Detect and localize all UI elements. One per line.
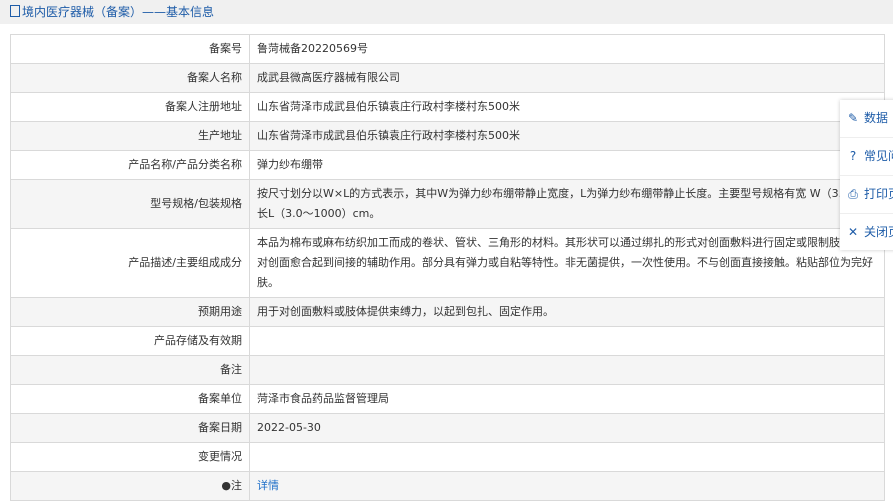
info-table: 备案号 鲁菏械备20220569号备案人名称 成武县微高医疗器械有限公司备案人注册地… [10,34,885,501]
table-row: 变更情况 [10,442,885,472]
row-label: 生产地址 [198,129,242,142]
pin-icon: ● [221,479,231,492]
row-label: 变更情况 [198,450,242,463]
table-row: 产品描述/主要组成成分 本品为棉布或麻布纺织加工而成的卷状、管状、三角形的材料。其… [10,228,885,298]
details-link[interactable]: 详情 [257,479,279,492]
panel-item-label: 关闭页 [864,225,893,239]
page-title: 境内医疗器械（备案）——基本信息 [22,5,215,19]
row-value: 山东省菏泽市成武县伯乐镇袁庄行政村李楼村东500米 [257,100,520,113]
row-label: 备注 [220,363,242,376]
table-row: 备案单位 菏泽市食品药品监督管理局 [10,384,885,414]
close-icon: ✕ [847,225,859,239]
table-row: 产品存储及有效期 [10,326,885,356]
row-label: 产品描述/主要组成成分 [128,256,242,269]
table-row: 型号规格/包装规格 按尺寸划分以W×L的方式表示，其中W为弹力纱布绷带静止宽度，L… [10,179,885,229]
edit-icon: ✎ [847,111,859,125]
question-icon: ? [849,149,857,163]
page-header: 境内医疗器械（备案）——基本信息 [0,0,893,24]
panel-item-label: 常见问 [864,149,893,163]
row-value: 用于对创面敷料或肢体提供束缚力，以起到包扎、固定作用。 [257,305,554,318]
table-row: 备案号 鲁菏械备20220569号 [10,34,885,64]
table-row: 产品名称/产品分类名称 弹力纱布绷带 [10,150,885,180]
row-value: 按尺寸划分以W×L的方式表示，其中W为弹力纱布绷带静止宽度，L为弹力纱布绷带静止… [257,187,875,220]
document-icon [10,5,20,17]
row-value: 本品为棉布或麻布纺织加工而成的卷状、管状、三角形的材料。其形状可以通过绑扎的形式… [257,236,873,289]
row-label: 产品名称/产品分类名称 [128,158,242,171]
table-row: ●注 详情 [10,471,885,501]
table-row: 备案日期 2022-05-30 [10,413,885,443]
row-label: 预期用途 [198,305,242,318]
row-label: 备案单位 [198,392,242,405]
row-value: 成武县微高医疗器械有限公司 [257,71,400,84]
row-label: 备案人名称 [187,71,242,84]
row-label: 备案日期 [198,421,242,434]
table-row: 备案人注册地址 山东省菏泽市成武县伯乐镇袁庄行政村李楼村东500米 [10,92,885,122]
panel-item[interactable]: ✎ 数据 [840,100,893,138]
row-label: 注 [231,479,242,492]
row-value: 弹力纱布绷带 [257,158,323,171]
row-value: 2022-05-30 [257,421,321,434]
table-row: 备注 [10,355,885,385]
row-label: 备案号 [209,42,242,55]
panel-item[interactable]: ✕ 关闭页 [840,214,893,250]
panel-item[interactable]: ⎙ 打印页 [840,176,893,214]
floating-panel: ✎ 数据? 常见问 ⎙ 打印页 ✕ 关闭页 [840,100,893,250]
row-label: 型号规格/包装规格 [150,197,242,210]
print-icon: ⎙ [848,187,858,201]
panel-item-label: 打印页 [864,187,893,201]
table-row: 预期用途 用于对创面敷料或肢体提供束缚力，以起到包扎、固定作用。 [10,297,885,327]
panel-item[interactable]: ? 常见问 [840,138,893,176]
row-value: 鲁菏械备20220569号 [257,42,368,55]
row-value: 山东省菏泽市成武县伯乐镇袁庄行政村李楼村东500米 [257,129,520,142]
table-row: 备案人名称 成武县微高医疗器械有限公司 [10,63,885,93]
row-value: 菏泽市食品药品监督管理局 [257,392,389,405]
row-label: 备案人注册地址 [165,100,242,113]
panel-item-label: 数据 [864,111,889,125]
table-row: 生产地址 山东省菏泽市成武县伯乐镇袁庄行政村李楼村东500米 [10,121,885,151]
row-label: 产品存储及有效期 [154,334,242,347]
